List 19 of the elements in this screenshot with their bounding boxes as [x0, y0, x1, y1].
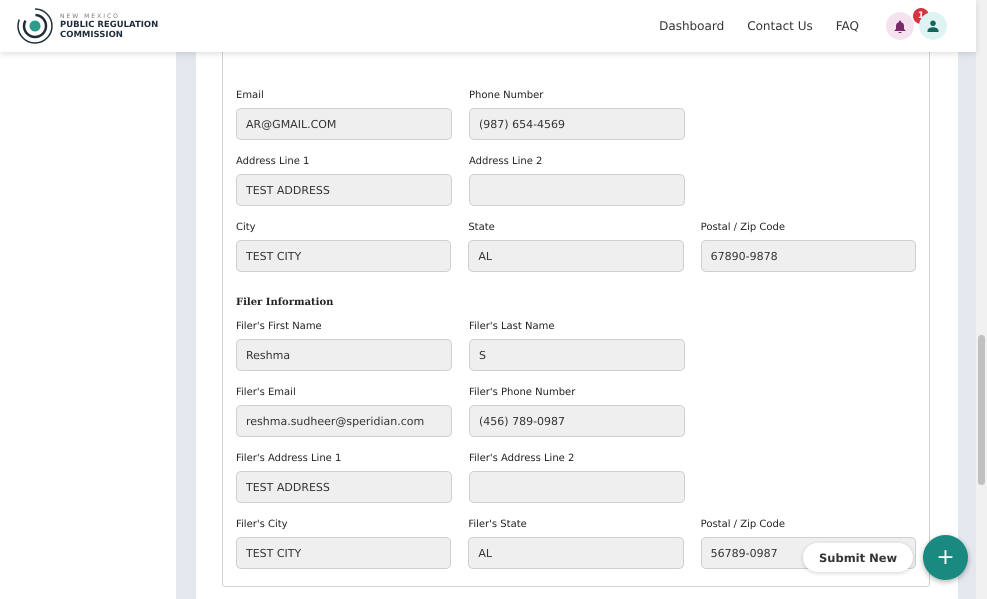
field-label: State [468, 222, 496, 234]
field-label: Filer's Email [236, 387, 297, 399]
field-label: Postal / Zip Code [700, 222, 786, 234]
logo-text: PUBLIC REGULATION [60, 20, 158, 30]
field-label: Filer's Phone Number [469, 387, 576, 399]
field-label: Phone Number [469, 90, 544, 102]
field-label: Address Line 1 [236, 156, 310, 168]
field-label: City [236, 222, 257, 234]
field-label: Email [236, 90, 265, 102]
field-label: Filer's City [236, 519, 289, 531]
field-label: Filer's Address Line 2 [469, 453, 576, 465]
field-label: Filer's State [468, 519, 528, 531]
section-heading: Filer Information [236, 297, 334, 308]
field-label: Address Line 2 [469, 156, 544, 168]
field-label: Filer's Address Line 1 [236, 453, 342, 465]
field-label: Filer's First Name [236, 321, 323, 333]
logo-text: COMMISSION [60, 30, 124, 40]
field-label: Postal / Zip Code [700, 519, 786, 531]
field-label: Filer's Last Name [469, 321, 556, 333]
